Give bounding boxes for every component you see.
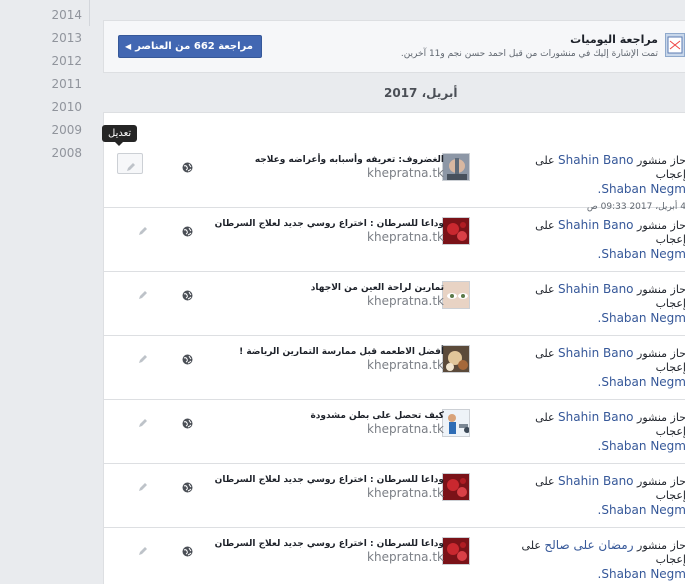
- post-thumbnail[interactable]: [442, 473, 470, 501]
- activity-row: حاز منشور Shahin Bano على إعجاب Shaban N…: [104, 336, 685, 400]
- target-link[interactable]: Shaban Negm.: [598, 375, 685, 389]
- globe-icon[interactable]: [182, 158, 193, 173]
- actor-link[interactable]: رمضان على صالح: [544, 538, 633, 552]
- activity-row: حاز منشور Shahin Bano على إعجاب Shaban N…: [104, 400, 685, 464]
- activity-description: حاز منشور Shahin Bano على إعجاب Shaban N…: [535, 410, 685, 453]
- chevron-left-icon: ◀: [125, 42, 132, 51]
- activity-description: حاز منشور Shahin Bano على إعجاب Shaban N…: [535, 218, 685, 261]
- post-thumbnail[interactable]: [442, 281, 470, 309]
- activity-description: حاز منشور Shahin Bano على إعجاب Shaban N…: [535, 282, 685, 325]
- actor-link[interactable]: Shahin Bano: [558, 346, 633, 360]
- shared-post-link[interactable]: وداعا للسرطان : اختراع روسي جديد لعلاج ا…: [204, 475, 444, 500]
- actor-link[interactable]: Shahin Bano: [558, 474, 633, 488]
- activity-row: حاز منشور Shahin Bano على إعجاب Shaban N…: [104, 464, 685, 528]
- activity-description: حاز منشور Shahin Bano على إعجاب Shaban N…: [535, 346, 685, 389]
- year-link-2013[interactable]: 2013: [2, 31, 82, 45]
- target-link[interactable]: Shaban Negm.: [598, 567, 685, 581]
- pencil-icon[interactable]: [137, 286, 149, 299]
- globe-icon[interactable]: [182, 222, 193, 237]
- activity-row: حاز منشور رمضان على صالح على إعجاب Shaba…: [104, 528, 685, 584]
- timeline-review-card: مراجعة اليوميات تمت الإشارة إليك في منشو…: [103, 20, 685, 73]
- actor-link[interactable]: Shahin Bano: [558, 282, 633, 296]
- activity-row: حاز منشور Shahin Bano على إعجاب Shaban N…: [104, 272, 685, 336]
- shared-post-link[interactable]: أفضل الاطعمه قبل ممارسة التمارين الرياضة…: [204, 347, 444, 372]
- review-subtitle: تمت الإشارة إليك في منشورات من قبل احمد …: [400, 49, 658, 59]
- shared-post-link[interactable]: وداعا للسرطان : اختراع روسي جديد لعلاج ا…: [204, 539, 444, 564]
- pencil-icon: [125, 158, 137, 171]
- year-link-2010[interactable]: 2010: [2, 100, 82, 114]
- shared-post-link[interactable]: تمارين لراحة العين من الاجهاد khepratna.…: [204, 283, 444, 308]
- edit-tooltip: تعديل: [102, 125, 138, 146]
- globe-icon[interactable]: [182, 542, 193, 557]
- activity-description: حاز منشور رمضان على صالح على إعجاب Shaba…: [521, 538, 685, 581]
- shared-post-link[interactable]: الغضروف: تعريفه وأسبابه وأعراضه وعلاجه k…: [204, 155, 444, 180]
- year-link-2008[interactable]: 2008: [2, 146, 82, 160]
- pencil-icon[interactable]: [137, 414, 149, 427]
- post-thumbnail[interactable]: [442, 537, 470, 565]
- globe-icon[interactable]: [182, 350, 193, 365]
- activity-row: حاز منشور Shahin Bano على إعجاب Shaban N…: [104, 208, 685, 272]
- pencil-icon[interactable]: [137, 478, 149, 491]
- activity-list: حاز منشور Shahin Bano على إعجاب Shaban N…: [103, 112, 685, 584]
- review-items-button[interactable]: مراجعة 662 من العناصر ◀: [118, 35, 262, 58]
- activity-description: حاز منشور Shahin Bano على إعجاب Shaban N…: [506, 153, 685, 214]
- year-link-2011[interactable]: 2011: [2, 77, 82, 91]
- edit-button[interactable]: [117, 153, 143, 174]
- actor-link[interactable]: Shahin Bano: [558, 218, 633, 232]
- activity-row: حاز منشور Shahin Bano على إعجاب Shaban N…: [104, 113, 685, 212]
- globe-icon[interactable]: [182, 478, 193, 493]
- shared-post-link[interactable]: كيف تحصل على بطن مشدودة khepratna.tk: [204, 411, 444, 436]
- target-link[interactable]: Shaban Negm.: [598, 182, 685, 196]
- post-thumbnail[interactable]: [442, 153, 470, 181]
- pencil-icon[interactable]: [137, 542, 149, 555]
- pencil-icon[interactable]: [137, 222, 149, 235]
- timeline-review-icon: [665, 33, 685, 57]
- post-thumbnail[interactable]: [442, 345, 470, 373]
- pencil-icon[interactable]: [137, 350, 149, 363]
- globe-icon[interactable]: [182, 414, 193, 429]
- post-thumbnail[interactable]: [442, 217, 470, 245]
- actor-link[interactable]: Shahin Bano: [558, 410, 633, 424]
- year-link-2009[interactable]: 2009: [2, 123, 82, 137]
- review-title: مراجعة اليوميات: [570, 33, 658, 46]
- year-link-2012[interactable]: 2012: [2, 54, 82, 68]
- target-link[interactable]: Shaban Negm.: [598, 311, 685, 325]
- target-link[interactable]: Shaban Negm.: [598, 439, 685, 453]
- activity-description: حاز منشور Shahin Bano على إعجاب Shaban N…: [535, 474, 685, 517]
- target-link[interactable]: Shaban Negm.: [598, 247, 685, 261]
- month-header: أبريل، 2017: [384, 86, 458, 100]
- target-link[interactable]: Shaban Negm.: [598, 503, 685, 517]
- year-link-2014[interactable]: 2014: [2, 8, 82, 22]
- shared-post-link[interactable]: وداعا للسرطان : اختراع روسي جديد لعلاج ا…: [204, 219, 444, 244]
- activity-log-main: مراجعة اليوميات تمت الإشارة إليك في منشو…: [90, 0, 685, 584]
- review-button-label: مراجعة 662 من العناصر: [135, 41, 253, 52]
- year-sidebar: 2014 2013 2012 2011 2010 2009 2008: [0, 0, 90, 584]
- globe-icon[interactable]: [182, 286, 193, 301]
- post-thumbnail[interactable]: [442, 409, 470, 437]
- actor-link[interactable]: Shahin Bano: [558, 153, 633, 167]
